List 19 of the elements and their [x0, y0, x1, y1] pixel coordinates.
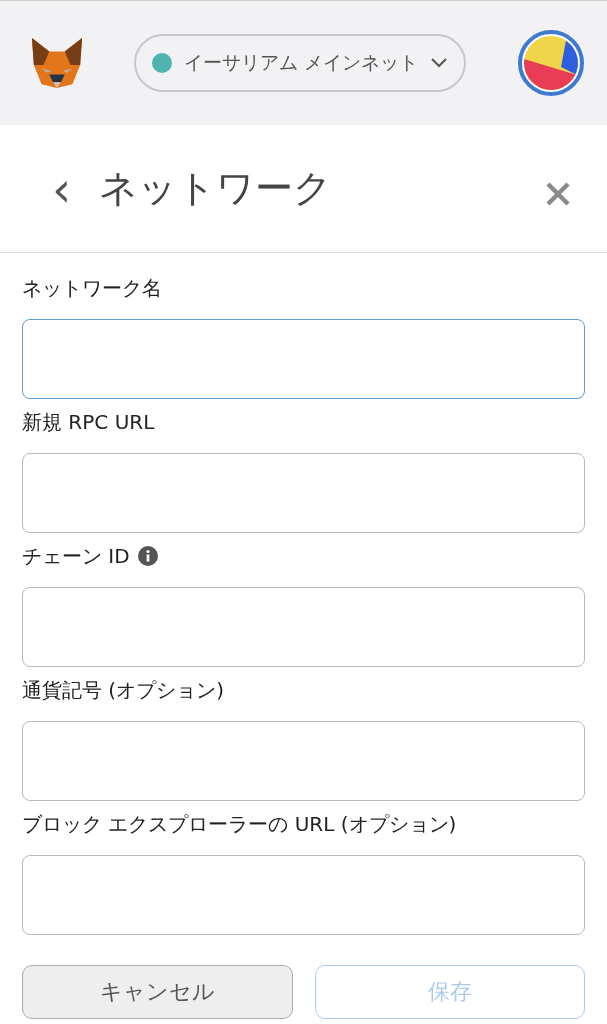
text-input-field[interactable] — [22, 855, 585, 935]
field-label: チェーン ID — [22, 542, 130, 570]
field-label: ブロック エクスプローラーの URL (オプション) — [22, 810, 457, 838]
text-input-field[interactable] — [22, 721, 585, 801]
text-input-field[interactable] — [22, 319, 585, 399]
text-input-field[interactable] — [22, 587, 585, 667]
field-label: 新規 RPC URL — [22, 408, 155, 436]
info-icon[interactable] — [137, 546, 158, 566]
page-title: ネットワーク — [99, 165, 334, 212]
network-name: イーサリアム メインネット — [184, 50, 419, 75]
back-button[interactable]: ‹ — [46, 164, 78, 213]
field-label: ネットワーク名 — [22, 274, 162, 302]
close-icon[interactable] — [545, 180, 571, 207]
account-avatar-icon[interactable] — [517, 29, 585, 97]
network-selector[interactable]: イーサリアム メインネット — [134, 34, 467, 92]
text-input-field[interactable] — [22, 453, 585, 533]
cancel-button[interactable]: キャンセル — [22, 965, 293, 1019]
chevron-down-icon — [430, 57, 449, 69]
field-label: 通貨記号 (オプション) — [22, 676, 224, 704]
